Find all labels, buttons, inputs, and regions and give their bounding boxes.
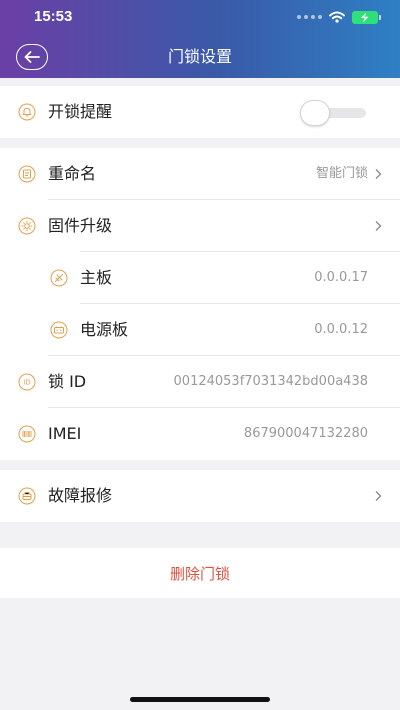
chevron-right-icon	[375, 221, 382, 231]
header-bar: 15:53 门锁设置	[0, 0, 400, 78]
firmware-upgrade-label: 固件升级	[48, 216, 113, 235]
imei-row: IMEI 867900047132280	[0, 408, 400, 460]
toggle-knob	[300, 100, 330, 126]
wifi-icon	[329, 11, 345, 23]
imei-label: IMEI	[48, 424, 82, 443]
unlock-reminder-row: 开锁提醒	[0, 86, 400, 138]
repair-icon	[18, 487, 36, 505]
edit-icon	[18, 165, 36, 183]
repair-row[interactable]: 故障报修	[0, 470, 400, 522]
lock-id-row: ID 锁 ID 00124053f7031342bd00a438	[0, 356, 400, 408]
lock-id-value: 00124053f7031342bd00a438	[173, 374, 368, 389]
repair-group: 故障报修	[0, 470, 400, 522]
signal-icon	[297, 15, 322, 19]
battery-icon	[50, 321, 68, 339]
status-bar: 15:53	[0, 0, 400, 34]
home-indicator	[130, 697, 270, 702]
power-board-row: 电源板 0.0.0.12	[0, 304, 400, 356]
repair-label: 故障报修	[48, 486, 113, 505]
page-title: 门锁设置	[167, 47, 232, 66]
id-icon: ID	[18, 373, 36, 391]
device-info-group: 重命名 智能门锁 固件升级 主板 0.0.0.17 电源板 0.0.0.12 I…	[0, 148, 400, 460]
delete-lock-button[interactable]: 删除门锁	[0, 548, 400, 598]
chevron-right-icon	[375, 491, 382, 501]
lock-id-label: 锁 ID	[48, 372, 87, 391]
power-board-label: 电源板	[80, 320, 129, 339]
mainboard-row: 主板 0.0.0.17	[0, 252, 400, 304]
barcode-icon	[18, 425, 36, 443]
firmware-upgrade-row[interactable]: 固件升级	[0, 200, 400, 252]
chip-icon	[50, 269, 68, 287]
mainboard-label: 主板	[80, 268, 113, 287]
battery-charging-icon	[352, 10, 381, 24]
power-board-version: 0.0.0.12	[314, 322, 368, 337]
rename-label: 重命名	[48, 164, 97, 183]
status-icons	[297, 10, 381, 24]
rename-row[interactable]: 重命名 智能门锁	[0, 148, 400, 200]
svg-text:ID: ID	[23, 379, 30, 387]
status-time: 15:53	[34, 8, 73, 25]
chevron-right-icon	[375, 169, 382, 179]
mainboard-version: 0.0.0.17	[314, 270, 368, 285]
unlock-reminder-toggle[interactable]	[300, 100, 366, 126]
gear-icon	[18, 217, 36, 235]
bell-icon	[18, 103, 36, 121]
reminder-group: 开锁提醒	[0, 86, 400, 138]
imei-value: 867900047132280	[243, 426, 368, 441]
rename-value: 智能门锁	[315, 166, 368, 181]
unlock-reminder-label: 开锁提醒	[48, 102, 113, 121]
delete-lock-label: 删除门锁	[169, 564, 230, 583]
